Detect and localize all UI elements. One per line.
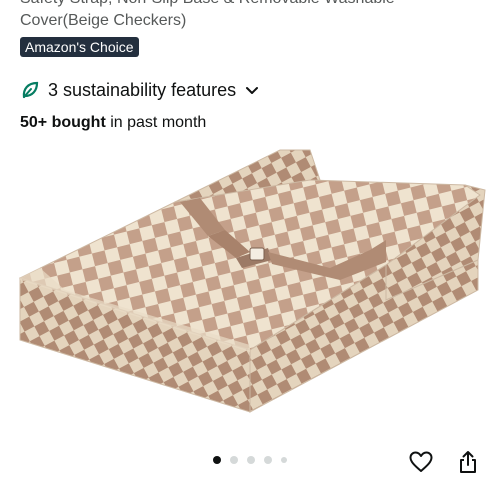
product-title-line-1: Safety Strap, Non-Slip Base & Removable …	[20, 0, 480, 10]
bought-count: 50+ bought	[20, 114, 106, 131]
share-icon	[460, 451, 476, 473]
bought-in-past-month: 50+ bought in past month	[20, 114, 206, 132]
sustainability-features-toggle[interactable]: 3 sustainability features	[20, 78, 260, 102]
chevron-down-icon	[246, 87, 259, 94]
carousel-dot-5[interactable]	[281, 457, 287, 463]
carousel-dot-1[interactable]	[213, 456, 221, 464]
carousel-dot-4[interactable]	[264, 456, 272, 464]
heart-icon	[409, 451, 433, 472]
leaf-icon	[22, 81, 39, 99]
wishlist-button[interactable]	[407, 448, 435, 476]
bought-period: in past month	[105, 114, 207, 131]
carousel-dot-3[interactable]	[247, 456, 255, 464]
sustainability-label: 3 sustainability features	[48, 79, 237, 100]
product-title-line-2: Cover(Beige Checkers)	[20, 12, 187, 29]
carousel-dot-2[interactable]	[230, 456, 238, 464]
amazons-choice-badge[interactable]: Amazon's Choice	[20, 37, 139, 57]
share-button[interactable]	[454, 448, 482, 476]
product-image[interactable]	[10, 140, 490, 440]
product-title: Safety Strap, Non-Slip Base & Removable …	[20, 0, 480, 32]
